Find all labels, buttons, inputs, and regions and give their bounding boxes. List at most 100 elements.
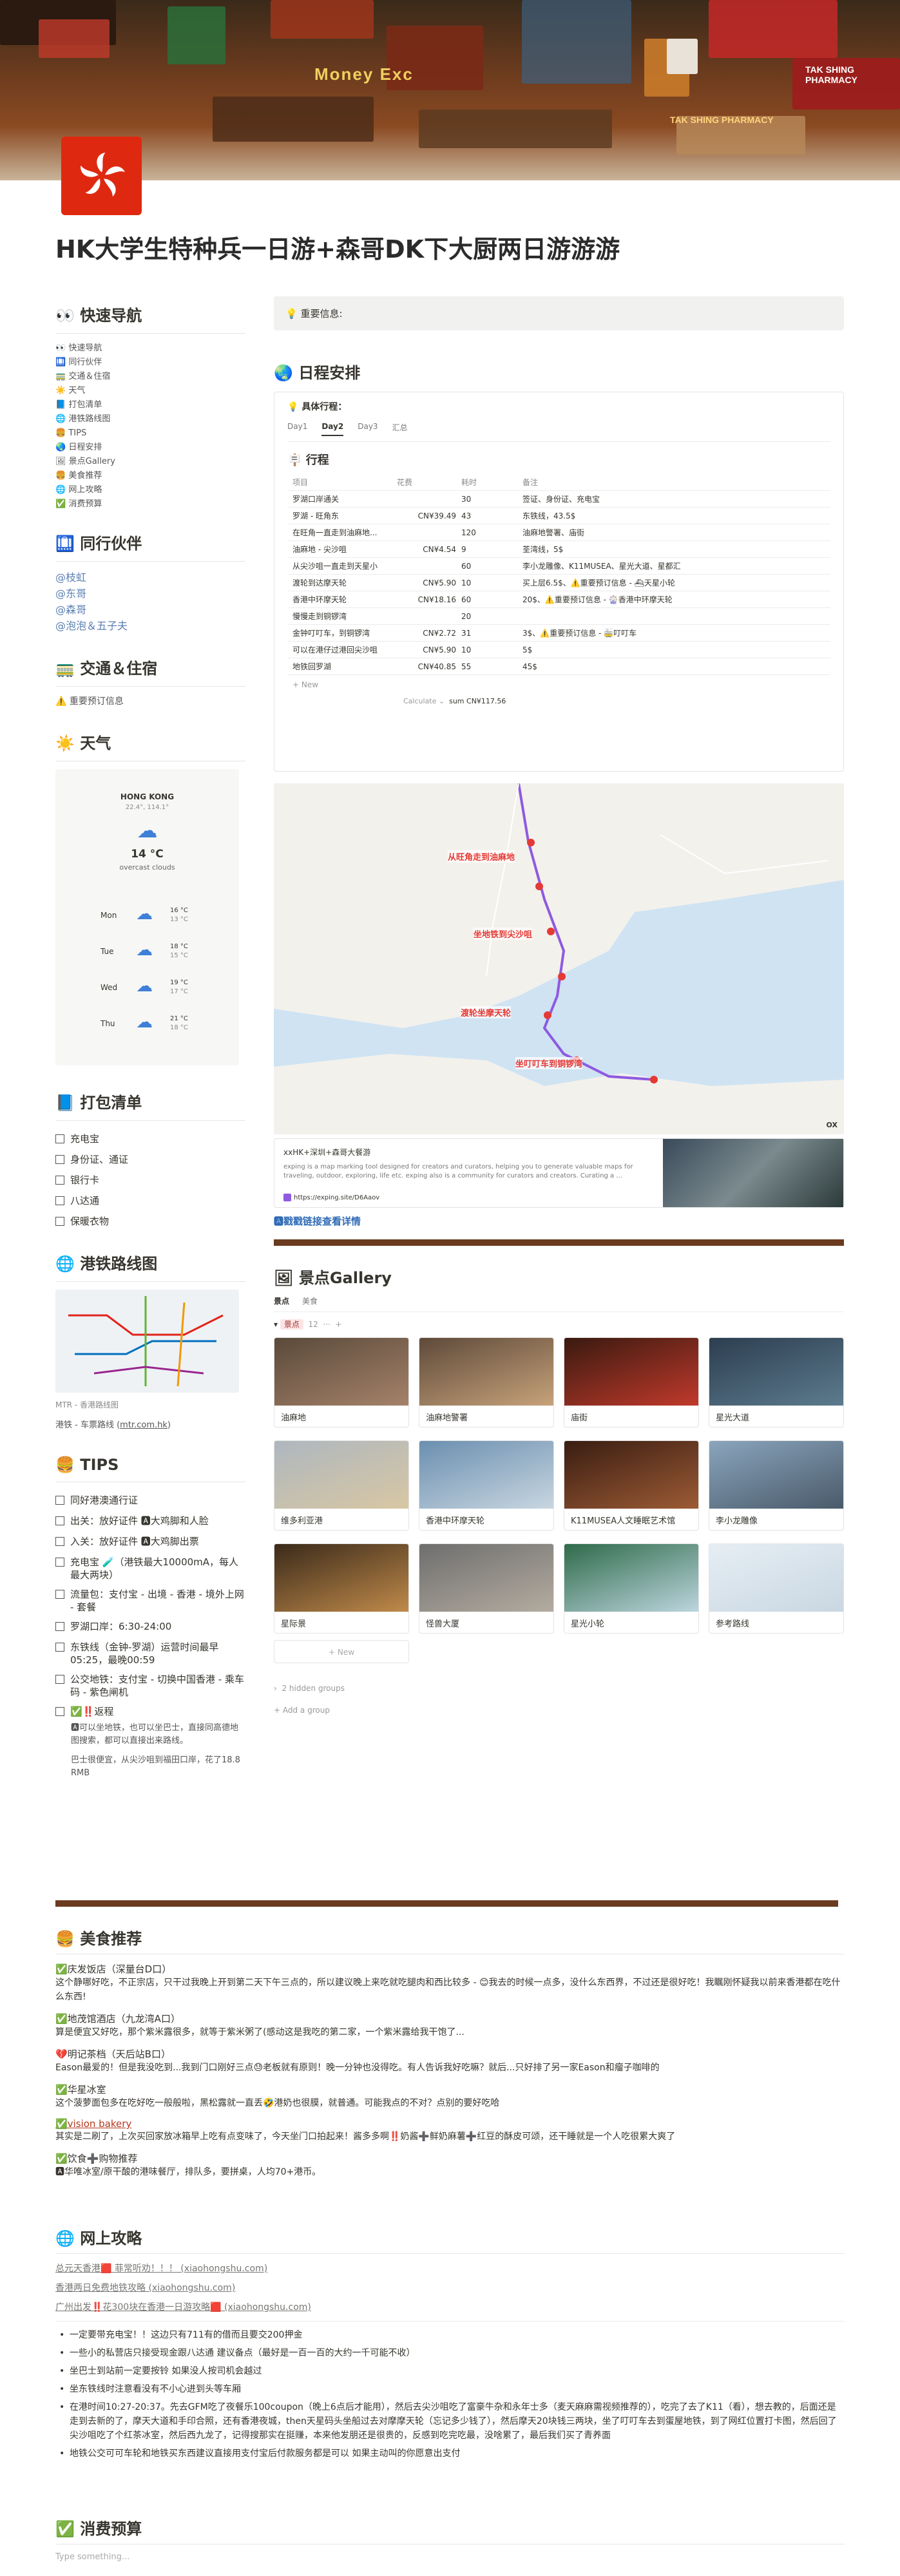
table-row[interactable]: 金钟叮叮车，到铜锣湾 CN¥2.72 31 3$、⚠️重要预订信息 - 🚋叮叮车 [287,625,830,642]
checkbox[interactable] [55,1707,64,1716]
todo-item[interactable]: 入关：放好证件 🅰大鸡脚出票 [55,1531,245,1552]
tab-summary[interactable]: 汇总 [392,422,408,436]
cell-note[interactable]: 荃湾线，5$ [522,544,830,555]
todo-item[interactable]: 公交地铁：支付宝 - 切换中国香港 - 乘车码 - 紫色闸机 [55,1669,245,1701]
cell-note[interactable]: 李小龙雕像、K11MUSEA、星光大道、星都汇 [522,560,830,571]
cell-note[interactable]: 45$ [522,662,830,671]
checkbox[interactable] [55,1622,64,1631]
cell-item[interactable]: 香港中环摩天轮 [287,594,397,605]
table-row[interactable]: 慢慢走到铜锣湾 20 [287,608,830,625]
hk-flag-icon[interactable] [61,137,142,215]
cell-time[interactable]: 60 [461,562,522,571]
checkbox[interactable] [55,1537,64,1546]
nav-item-weather[interactable]: ☀️ 天气 [55,384,245,398]
todo-item[interactable]: 充电宝 [55,1129,245,1149]
mtr-map-image[interactable] [55,1290,239,1393]
tab-day2[interactable]: Day2 [321,422,344,436]
group-header[interactable]: ▾ 景点 12 ··· + [274,1319,844,1330]
table-row[interactable]: 油麻地 - 尖沙咀 CN¥4.54 9 荃湾线，5$ [287,541,830,558]
cell-time[interactable]: 10 [461,578,522,587]
detail-link[interactable]: 🅰戳戳链接查看详情 [274,1214,844,1228]
todo-item[interactable]: 银行卡 [55,1170,245,1190]
cell-item[interactable]: 地铁回罗湖 [287,661,397,672]
table-row[interactable]: 在旺角一直走到油麻地... 120 油麻地警署、庙街 [287,524,830,541]
guide-link[interactable]: 总元天香港🟥 菲常听劝！！！ (xiaohongshu.com) [55,2262,845,2275]
todo-item[interactable]: 东铁线（金钟-罗湖）运营时间最早05:25，最晚00:59 [55,1637,245,1669]
cell-cost[interactable]: CN¥18.16 [397,595,461,604]
route-map[interactable]: 从旺角走到油麻地 坐地铁到尖沙咀 渡轮坐摩天轮 坐叮叮车到铜锣湾 OX [274,783,844,1134]
todo-item[interactable]: 出关：放好证件 🅰大鸡脚和人脸 [55,1511,245,1531]
checkbox[interactable] [55,1176,64,1185]
table-row[interactable]: 可以在港仔过港回尖沙咀 CN¥5.90 10 5$ [287,642,830,658]
mention-person[interactable]: @枝虹 [55,569,245,586]
nav-item-packing[interactable]: 📘 打包清单 [55,398,245,412]
cell-time[interactable]: 20 [461,612,522,621]
tab-day1[interactable]: Day1 [287,422,307,436]
mention-person[interactable]: @森哥 [55,602,245,618]
gallery-card[interactable]: 李小龙雕像 [709,1440,844,1531]
new-row-button[interactable]: + New [287,680,830,689]
nav-item-companions[interactable]: 🛄 同行伙伴 [55,356,245,370]
todo-item[interactable]: 同好港澳通行证 [55,1490,245,1511]
add-group-button[interactable]: + Add a group [274,1706,844,1715]
cell-cost[interactable]: CN¥40.85 [397,662,461,671]
cell-note[interactable]: 签证、身份证、充电宝 [522,493,830,504]
cell-item[interactable]: 罗湖 - 旺角东 [287,510,397,521]
nav-item-quick[interactable]: 👀 快速导航 [55,341,245,356]
nav-item-tips[interactable]: 🍔 TIPS [55,426,245,441]
nav-item-transport[interactable]: 🚃 交通＆住宿 [55,370,245,384]
cell-time[interactable]: 120 [461,528,522,537]
nav-item-gallery[interactable]: 🖼 景点Gallery [55,455,245,469]
cell-time[interactable]: 9 [461,545,522,554]
gallery-card[interactable]: 星光小轮 [564,1543,699,1634]
bookmark-card[interactable]: xxHK+深圳+森哥大餐游 exping is a map marking to… [274,1138,844,1208]
tab-food[interactable]: 美食 [302,1295,318,1306]
table-row[interactable]: 地铁回罗湖 CN¥40.85 55 45$ [287,658,830,675]
calculate-footer[interactable]: Calculate ⌄ sum CN¥117.56 [287,697,830,705]
gallery-card[interactable]: 油麻地 [274,1337,409,1427]
gallery-card[interactable]: 星光大道 [709,1337,844,1427]
column-header[interactable]: 花费 [397,477,461,488]
table-row[interactable]: 渡轮到达摩天轮 CN¥5.90 10 买上层6.5$、⚠️重要预订信息 - ⛴天星小轮 [287,575,830,591]
table-row[interactable]: 罗湖口岸通关 30 签证、身份证、充电宝 [287,491,830,508]
cell-time[interactable]: 31 [461,629,522,638]
cell-note[interactable]: 东铁线，43.5$ [522,510,830,521]
todo-item[interactable]: 流量包：支付宝 - 出境 - 香港 - 境外上网 - 套餐 [55,1584,245,1616]
checkbox[interactable] [55,1643,64,1652]
guide-link[interactable]: 广州出发‼️花300块在香港一日游攻略🟥 (xiaohongshu.com) [55,2300,845,2313]
new-card-button[interactable]: + New [274,1640,409,1663]
todo-item[interactable]: 八达通 [55,1190,245,1211]
checkbox[interactable] [55,1590,64,1599]
cell-note[interactable]: 油麻地警署、庙街 [522,527,830,538]
nav-item-budget[interactable]: ✅ 消费预算 [55,497,245,511]
cell-item[interactable]: 油麻地 - 尖沙咀 [287,544,397,555]
gallery-card[interactable]: 参考路线 [709,1543,844,1634]
nav-item-guides[interactable]: 🌐 网上攻略 [55,483,245,497]
budget-input[interactable]: Type something... [55,2552,845,2562]
checkbox[interactable] [55,1675,64,1684]
checkbox[interactable] [55,1217,64,1226]
table-row[interactable]: 香港中环摩天轮 CN¥18.16 60 20$、⚠️重要预订信息 - 🎡香港中环摩天轮 [287,591,830,608]
cell-time[interactable]: 10 [461,645,522,654]
cell-item[interactable]: 从尖沙咀一直走到天星小 [287,560,397,571]
todo-item[interactable]: 充电宝 🧪（港铁最大10000mA，每人最大两块） [55,1552,245,1584]
gallery-card[interactable]: 星际景 [274,1543,409,1634]
cell-item[interactable]: 渡轮到达摩天轮 [287,577,397,588]
hidden-groups-toggle[interactable]: › 2 hidden groups [274,1684,844,1693]
cell-item[interactable]: 罗湖口岸通关 [287,493,397,504]
todo-item[interactable]: 罗湖口岸：6:30-24:00 [55,1616,245,1637]
cell-note[interactable]: 买上层6.5$、⚠️重要预订信息 - ⛴天星小轮 [522,577,830,588]
cell-note[interactable]: 20$、⚠️重要预订信息 - 🎡香港中环摩天轮 [522,594,830,605]
todo-item[interactable]: 身份证、通证 [55,1149,245,1170]
column-header[interactable]: 项目 [287,477,397,488]
gallery-card[interactable]: 维多利亚港 [274,1440,409,1531]
cell-time[interactable]: 30 [461,495,522,504]
booking-link[interactable]: ⚠️ 重要预订信息 [55,694,245,709]
cell-item[interactable]: 慢慢走到铜锣湾 [287,611,397,622]
cell-item[interactable]: 可以在港仔过港回尖沙咀 [287,644,397,655]
checkbox[interactable] [55,1516,64,1525]
todo-item[interactable]: ✅‼️返程 [55,1701,245,1722]
tab-day3[interactable]: Day3 [358,422,378,436]
checkbox[interactable] [55,1134,64,1143]
gallery-card[interactable]: 香港中环摩天轮 [419,1440,554,1531]
